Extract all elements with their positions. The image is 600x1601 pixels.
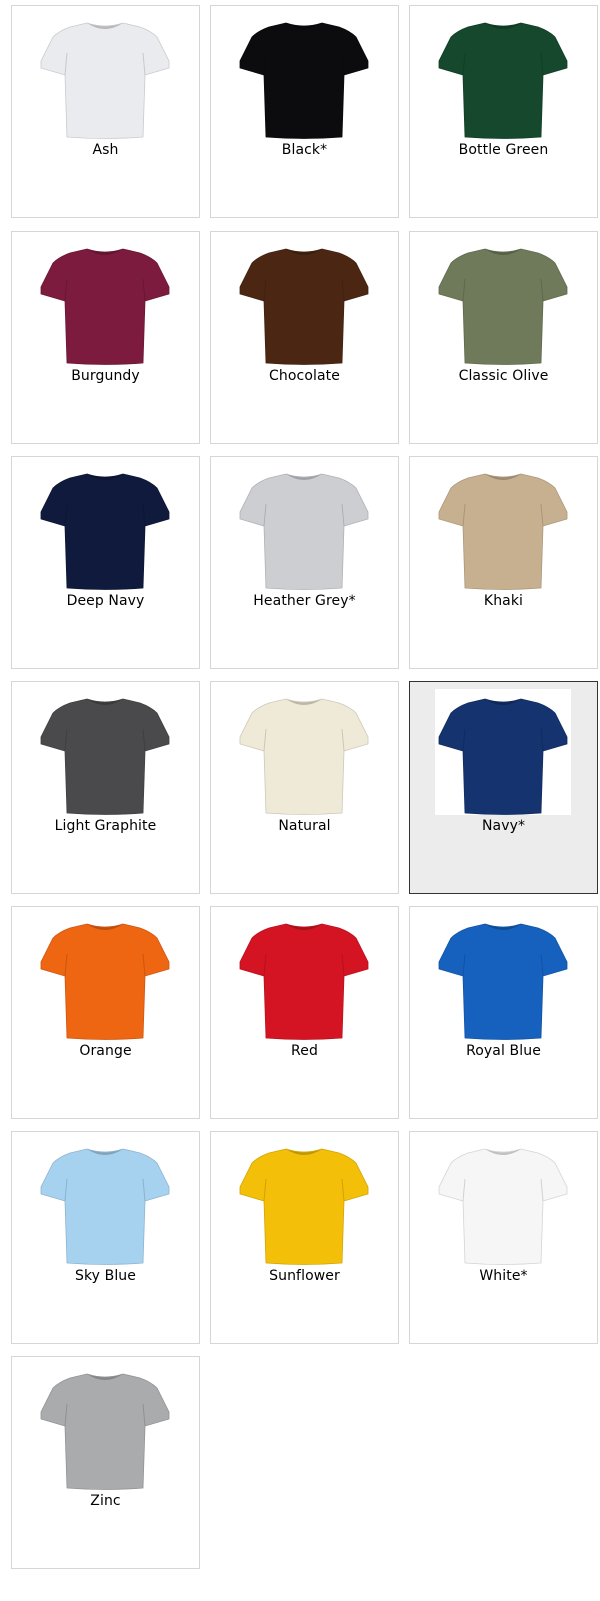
color-swatch-natural[interactable]: Natural [210, 681, 399, 894]
color-swatch-bottle-green[interactable]: Bottle Green [409, 5, 598, 218]
color-swatch-label: Royal Blue [466, 1043, 541, 1059]
tshirt-icon [40, 1373, 170, 1490]
tshirt-thumbnail [37, 1139, 173, 1265]
tshirt-thumbnail [435, 13, 571, 139]
tshirt-thumbnail [37, 1364, 173, 1490]
tshirt-thumbnail [435, 914, 571, 1040]
tshirt-thumbnail [236, 914, 372, 1040]
color-swatch-label: Sky Blue [74, 1268, 136, 1284]
color-swatch-heather-grey[interactable]: Heather Grey* [210, 456, 399, 669]
color-swatch-label: Ash [92, 142, 119, 158]
color-swatch-label: Bottle Green [458, 142, 549, 158]
color-swatch-label: Chocolate [269, 368, 340, 384]
tshirt-icon [438, 22, 568, 139]
color-swatch-label: Zinc [90, 1493, 121, 1509]
color-swatch-red[interactable]: Red [210, 906, 399, 1119]
color-swatch-grid: Ash Black* Bottle Green Burgundy Chocolate Cl… [0, 0, 600, 1601]
color-swatch-label: White* [479, 1268, 528, 1284]
color-swatch-label: Burgundy [71, 368, 140, 384]
color-swatch-classic-olive[interactable]: Classic Olive [409, 231, 598, 444]
tshirt-thumbnail [236, 689, 372, 815]
tshirt-thumbnail [435, 1139, 571, 1265]
color-swatch-zinc[interactable]: Zinc [11, 1356, 200, 1569]
tshirt-icon [438, 248, 568, 365]
tshirt-icon [40, 22, 170, 139]
tshirt-icon [239, 1148, 369, 1265]
tshirt-thumbnail [435, 689, 571, 815]
color-swatch-sky-blue[interactable]: Sky Blue [11, 1131, 200, 1344]
tshirt-icon [438, 1148, 568, 1265]
color-swatch-label: Khaki [483, 593, 524, 609]
color-swatch-burgundy[interactable]: Burgundy [11, 231, 200, 444]
tshirt-thumbnail [37, 689, 173, 815]
tshirt-thumbnail [37, 13, 173, 139]
tshirt-icon [438, 473, 568, 590]
color-swatch-sunflower[interactable]: Sunflower [210, 1131, 399, 1344]
tshirt-thumbnail [435, 239, 571, 365]
color-swatch-label: Heather Grey* [253, 593, 356, 609]
color-swatch-royal-blue[interactable]: Royal Blue [409, 906, 598, 1119]
color-swatch-label: Red [291, 1043, 318, 1059]
color-swatch-ash[interactable]: Ash [11, 5, 200, 218]
tshirt-icon [40, 473, 170, 590]
color-swatch-label: Natural [278, 818, 331, 834]
tshirt-icon [438, 698, 568, 815]
color-swatch-label: Classic Olive [458, 368, 549, 384]
color-swatch-label: Light Graphite [54, 818, 157, 834]
tshirt-icon [239, 698, 369, 815]
tshirt-thumbnail [236, 1139, 372, 1265]
color-swatch-white[interactable]: White* [409, 1131, 598, 1344]
tshirt-thumbnail [37, 464, 173, 590]
tshirt-thumbnail [236, 239, 372, 365]
color-swatch-black[interactable]: Black* [210, 5, 399, 218]
color-swatch-khaki[interactable]: Khaki [409, 456, 598, 669]
tshirt-icon [40, 248, 170, 365]
tshirt-icon [239, 473, 369, 590]
color-swatch-label: Navy* [481, 818, 526, 834]
tshirt-icon [40, 923, 170, 1040]
tshirt-icon [40, 698, 170, 815]
tshirt-icon [239, 923, 369, 1040]
color-swatch-chocolate[interactable]: Chocolate [210, 231, 399, 444]
color-swatch-label: Deep Navy [66, 593, 145, 609]
color-swatch-deep-navy[interactable]: Deep Navy [11, 456, 200, 669]
color-swatch-navy[interactable]: Navy* [409, 681, 598, 894]
tshirt-icon [239, 248, 369, 365]
tshirt-thumbnail [236, 464, 372, 590]
tshirt-icon [438, 923, 568, 1040]
color-swatch-orange[interactable]: Orange [11, 906, 200, 1119]
tshirt-thumbnail [37, 914, 173, 1040]
tshirt-icon [40, 1148, 170, 1265]
tshirt-thumbnail [236, 13, 372, 139]
tshirt-thumbnail [37, 239, 173, 365]
tshirt-icon [239, 22, 369, 139]
color-swatch-label: Black* [281, 142, 328, 158]
color-swatch-label: Orange [79, 1043, 132, 1059]
tshirt-thumbnail [435, 464, 571, 590]
color-swatch-label: Sunflower [269, 1268, 340, 1284]
color-swatch-light-graphite[interactable]: Light Graphite [11, 681, 200, 894]
